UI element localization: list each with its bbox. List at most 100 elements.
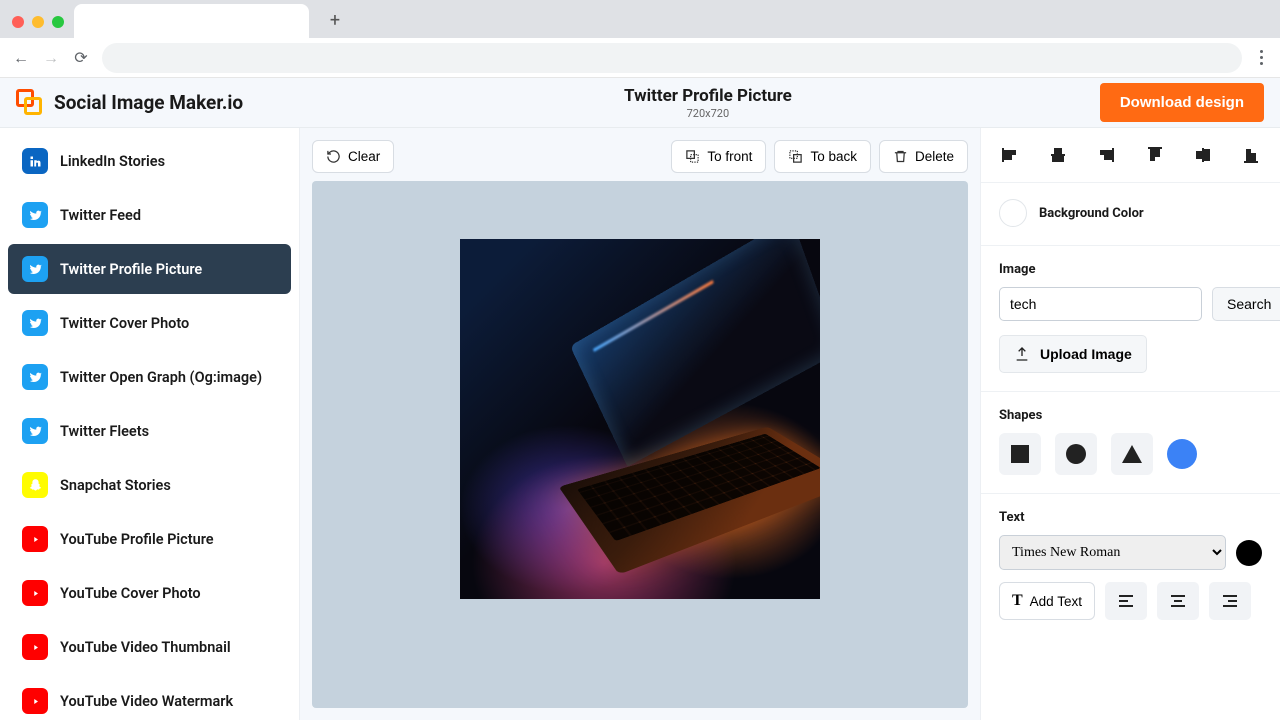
sidebar-item-label: Twitter Profile Picture (60, 261, 202, 278)
new-tab-button[interactable]: + (321, 6, 349, 34)
reload-icon[interactable]: ⟳ (72, 48, 90, 67)
sidebar-item-twitter-feed[interactable]: Twitter Feed (8, 190, 291, 240)
youtube-icon (22, 688, 48, 714)
to-front-button[interactable]: To front (671, 140, 766, 173)
twitter-icon (22, 418, 48, 444)
sidebar-item-label: Twitter Cover Photo (60, 315, 189, 332)
image-section: Image Search Upload Image (981, 246, 1280, 392)
trash-icon (893, 149, 908, 164)
image-search-button[interactable]: Search (1212, 287, 1280, 321)
background-color-label: Background Color (1039, 206, 1144, 221)
sidebar-item-twitter-profile-picture[interactable]: Twitter Profile Picture (8, 244, 291, 294)
twitter-icon (22, 256, 48, 282)
to-back-button[interactable]: To back (774, 140, 871, 173)
shapes-section: Shapes (981, 392, 1280, 494)
page-title: Twitter Profile Picture (316, 86, 1100, 106)
background-section: Background Color (981, 183, 1280, 246)
sidebar-item-snapchat-stories[interactable]: Snapchat Stories (8, 460, 291, 510)
sidebar-item-label: Twitter Feed (60, 207, 141, 224)
youtube-icon (22, 634, 48, 660)
reset-icon (326, 149, 341, 164)
close-window-icon[interactable] (12, 16, 24, 28)
align-right-icon[interactable] (1095, 144, 1117, 166)
browser-tab[interactable] (74, 4, 309, 38)
sidebar-item-label: YouTube Video Watermark (60, 693, 233, 710)
shapes-section-label: Shapes (999, 408, 1262, 423)
sidebar-item-youtube-video-watermark[interactable]: YouTube Video Watermark (8, 676, 291, 720)
linkedin-icon (22, 148, 48, 174)
sidebar-item-linkedin-stories[interactable]: LinkedIn Stories (8, 136, 291, 186)
maximize-window-icon[interactable] (52, 16, 64, 28)
youtube-icon (22, 580, 48, 606)
font-select[interactable]: Times New Roman (999, 535, 1226, 570)
artboard[interactable] (460, 239, 820, 599)
delete-button[interactable]: Delete (879, 140, 968, 173)
shape-circle-button[interactable] (1055, 433, 1097, 475)
shape-square-button[interactable] (999, 433, 1041, 475)
properties-panel: Background Color Image Search Upload Ima… (980, 128, 1280, 720)
to-front-label: To front (707, 149, 752, 164)
template-sidebar[interactable]: LinkedIn Stories Twitter Feed Twitter Prof… (0, 128, 300, 720)
sidebar-item-label: Twitter Open Graph (Og:image) (60, 369, 262, 386)
align-bottom-icon[interactable] (1240, 144, 1262, 166)
app-header: Social Image Maker.io Twitter Profile Pi… (0, 78, 1280, 128)
text-section-label: Text (999, 510, 1262, 525)
upload-image-button[interactable]: Upload Image (999, 335, 1147, 373)
alignment-toolbar (981, 128, 1280, 183)
to-back-label: To back (810, 149, 857, 164)
header-title-block: Twitter Profile Picture 720x720 (316, 86, 1100, 120)
browser-toolbar: ← → ⟳ (0, 38, 1280, 78)
canvas-dimensions: 720x720 (316, 107, 1100, 120)
shape-triangle-button[interactable] (1111, 433, 1153, 475)
canvas-toolbar: Clear To front To back Delete (300, 128, 980, 181)
text-icon: T (1012, 592, 1023, 610)
window-controls (8, 16, 74, 38)
text-section: Text Times New Roman T Add Text (981, 494, 1280, 638)
youtube-icon (22, 526, 48, 552)
image-search-input[interactable] (999, 287, 1202, 321)
background-color-swatch[interactable] (999, 199, 1027, 227)
text-align-right-button[interactable] (1209, 582, 1251, 620)
sidebar-item-label: YouTube Cover Photo (60, 585, 201, 602)
send-back-icon (788, 149, 803, 164)
sidebar-item-twitter-open-graph-og-image-[interactable]: Twitter Open Graph (Og:image) (8, 352, 291, 402)
text-color-swatch[interactable] (1236, 540, 1262, 566)
twitter-icon (22, 310, 48, 336)
twitter-icon (22, 202, 48, 228)
align-center-v-icon[interactable] (1192, 144, 1214, 166)
back-icon[interactable]: ← (12, 48, 30, 68)
add-text-label: Add Text (1030, 594, 1082, 609)
add-text-button[interactable]: T Add Text (999, 582, 1095, 620)
browser-menu-icon[interactable] (1254, 50, 1268, 65)
shape-color-swatch[interactable] (1167, 439, 1197, 469)
twitter-icon (22, 364, 48, 390)
sidebar-item-label: Snapchat Stories (60, 477, 171, 494)
brand: Social Image Maker.io (16, 89, 316, 117)
delete-label: Delete (915, 149, 954, 164)
forward-icon[interactable]: → (42, 48, 60, 68)
sidebar-item-youtube-profile-picture[interactable]: YouTube Profile Picture (8, 514, 291, 564)
sidebar-item-youtube-cover-photo[interactable]: YouTube Cover Photo (8, 568, 291, 618)
sidebar-item-youtube-video-thumbnail[interactable]: YouTube Video Thumbnail (8, 622, 291, 672)
align-center-h-icon[interactable] (1047, 144, 1069, 166)
bring-front-icon (685, 149, 700, 164)
clear-button[interactable]: Clear (312, 140, 394, 173)
align-left-icon[interactable] (999, 144, 1021, 166)
sidebar-item-twitter-cover-photo[interactable]: Twitter Cover Photo (8, 298, 291, 348)
align-top-icon[interactable] (1144, 144, 1166, 166)
sidebar-item-twitter-fleets[interactable]: Twitter Fleets (8, 406, 291, 456)
download-button[interactable]: Download design (1100, 83, 1264, 122)
app-logo-icon (16, 89, 44, 117)
address-bar[interactable] (102, 43, 1242, 73)
text-align-left-button[interactable] (1105, 582, 1147, 620)
sidebar-item-label: LinkedIn Stories (60, 153, 165, 170)
text-align-center-button[interactable] (1157, 582, 1199, 620)
snapchat-icon (22, 472, 48, 498)
sidebar-item-label: Twitter Fleets (60, 423, 149, 440)
clear-label: Clear (348, 149, 380, 164)
canvas-stage[interactable] (312, 181, 968, 708)
upload-icon (1014, 346, 1030, 362)
brand-name: Social Image Maker.io (54, 91, 243, 114)
canvas-image[interactable] (460, 239, 820, 599)
minimize-window-icon[interactable] (32, 16, 44, 28)
